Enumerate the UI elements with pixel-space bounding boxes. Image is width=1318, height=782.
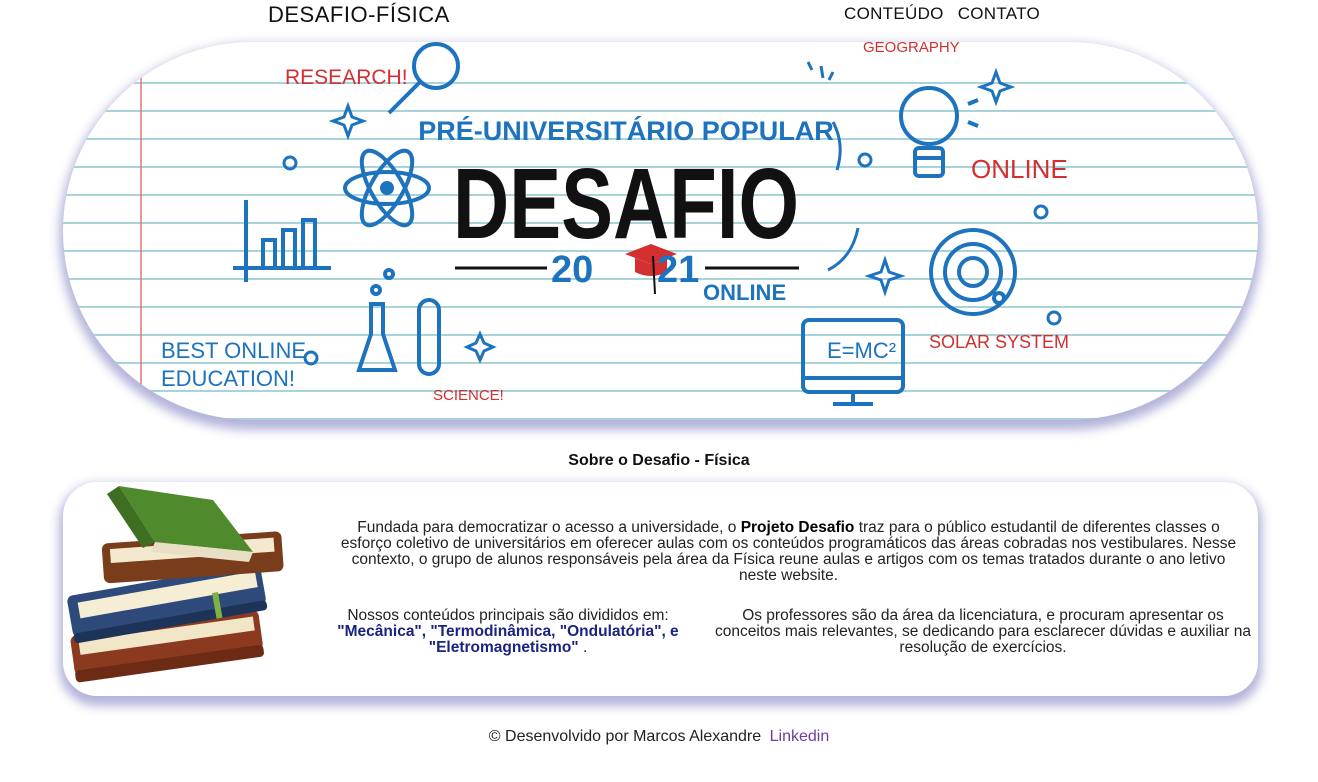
about-intro-text: Fundada para democratizar o acesso a uni…: [357, 519, 741, 536]
year-left: 20: [551, 249, 593, 291]
hero-banner: RESEARCH! BEST ONLINE EDUCATION! SCIENCE…: [63, 42, 1258, 420]
solar-system-label: SOLAR SYSTEM: [929, 332, 1069, 352]
atom-icon: [343, 148, 431, 228]
about-intro: Fundada para democratizar o acesso a uni…: [331, 520, 1246, 584]
contents-intro: Nossos conteúdos principais são dividido…: [347, 607, 669, 624]
contents-end: .: [578, 639, 588, 656]
books-illustration: [67, 486, 284, 683]
formula-label: E=MC²: [827, 338, 896, 363]
about-contents: Nossos conteúdos principais são dividido…: [323, 608, 693, 656]
footer-credit: © Desenvolvido por Marcos Alexandre: [488, 728, 762, 745]
banner-title: DESAFIO: [453, 148, 799, 260]
main-nav: CONTEÚDO CONTATO: [844, 4, 1040, 24]
online-label: ONLINE: [703, 280, 786, 305]
nav-contato-link[interactable]: CONTATO: [958, 4, 1040, 24]
best-online-label: BEST ONLINE: [161, 338, 306, 363]
contents-topics: "Mecânica", "Termodinâmica, "Ondulatória…: [337, 623, 679, 656]
linkedin-link[interactable]: Linkedin: [770, 728, 830, 745]
about-teachers: Os professores são da área da licenciatu…: [715, 607, 1251, 656]
banner-subtitle: PRÉ-UNIVERSITÁRIO POPULAR: [418, 115, 834, 146]
project-name: Projeto Desafio: [740, 519, 855, 536]
about-card: Fundada para democratizar o acesso a uni…: [63, 482, 1258, 696]
education-label: EDUCATION!: [161, 366, 295, 391]
geography-label: GEOGRAPHY: [863, 42, 960, 56]
year-right: 21: [657, 249, 699, 291]
sparkle-icon: [328, 101, 368, 141]
bar-chart-icon: [233, 200, 331, 282]
site-title: DESAFIO-FÍSICA: [268, 2, 450, 27]
flask-icon: [356, 268, 441, 376]
lightbulb-icon: [899, 86, 979, 178]
sparkle-icon: [976, 67, 1016, 107]
banner-illustration: RESEARCH! BEST ONLINE EDUCATION! SCIENCE…: [140, 42, 1069, 420]
research-label: RESEARCH!: [285, 66, 408, 89]
online-red-label: ONLINE: [971, 154, 1068, 184]
solar-system-icon: [929, 228, 1017, 316]
footer: © Desenvolvido por Marcos Alexandre Link…: [0, 728, 1318, 746]
nav-conteudo-link[interactable]: CONTEÚDO: [844, 4, 944, 24]
sparkle-icon: [864, 255, 906, 297]
science-label: SCIENCE!: [433, 387, 504, 404]
about-heading: Sobre o Desafio - Física: [568, 452, 750, 469]
sparkle-icon: [463, 330, 497, 364]
